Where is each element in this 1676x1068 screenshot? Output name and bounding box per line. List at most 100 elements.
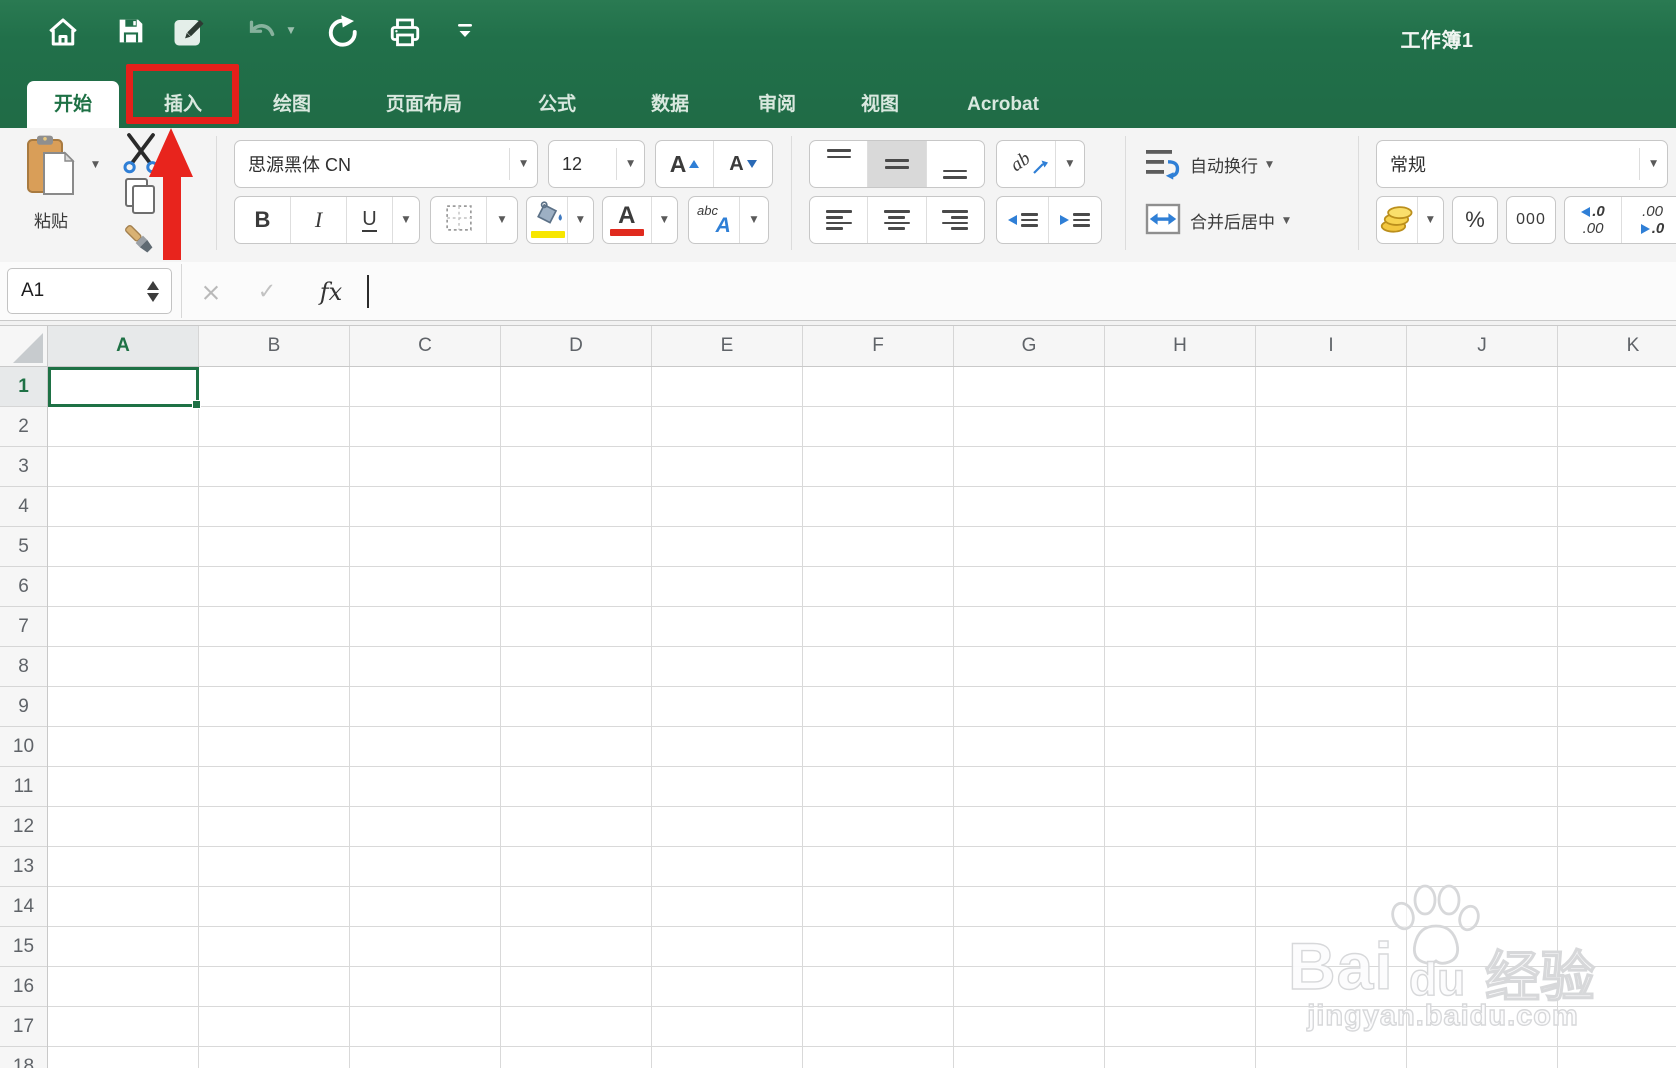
- paste-button[interactable]: 粘贴: [24, 134, 78, 232]
- column-header[interactable]: D: [501, 326, 652, 366]
- insert-function-button[interactable]: fx: [320, 278, 342, 306]
- undo-button[interactable]: [244, 14, 280, 50]
- save-icon: [114, 14, 148, 48]
- underline-button[interactable]: U: [347, 197, 393, 243]
- column-header[interactable]: A: [48, 326, 199, 366]
- row-header[interactable]: 4: [0, 487, 47, 527]
- ribbon-tab[interactable]: 绘图: [273, 81, 311, 128]
- ribbon-tab[interactable]: 页面布局: [386, 81, 462, 128]
- row-header[interactable]: 11: [0, 767, 47, 807]
- ribbon-tab[interactable]: 开始: [26, 81, 120, 128]
- ribbon-tab[interactable]: 视图: [861, 81, 899, 128]
- stepper-up-icon[interactable]: [147, 280, 159, 290]
- row-header[interactable]: 3: [0, 447, 47, 487]
- cancel-entry-button[interactable]: ×: [201, 278, 222, 307]
- decrease-indent-button[interactable]: [997, 197, 1050, 243]
- ribbon-home: 粘贴 ▼ ▼ 思源黑体 CN ▼ 12 ▼ A: [0, 128, 1676, 263]
- grow-font-button[interactable]: A: [656, 141, 715, 187]
- column-header[interactable]: J: [1407, 326, 1558, 366]
- column-header[interactable]: C: [350, 326, 501, 366]
- wrap-text-button[interactable]: 自动换行 ▼: [1144, 146, 1273, 183]
- column-header[interactable]: B: [199, 326, 350, 366]
- ribbon-tab[interactable]: 审阅: [758, 81, 796, 128]
- column-header[interactable]: F: [803, 326, 954, 366]
- row-header[interactable]: 2: [0, 407, 47, 447]
- row-header[interactable]: 12: [0, 807, 47, 847]
- row-header[interactable]: 15: [0, 927, 47, 967]
- row-header[interactable]: 10: [0, 727, 47, 767]
- align-top-icon: [826, 149, 851, 179]
- row-header[interactable]: 9: [0, 687, 47, 727]
- ribbon-tab[interactable]: 公式: [538, 81, 576, 128]
- fill-handle[interactable]: [192, 400, 201, 409]
- align-middle-button[interactable]: [868, 141, 927, 187]
- redo-button[interactable]: [324, 14, 360, 50]
- orientation-button[interactable]: ab: [997, 141, 1056, 187]
- row-header[interactable]: 8: [0, 647, 47, 687]
- decrease-decimal-button[interactable]: .0 .00: [1565, 197, 1623, 243]
- confirm-entry-button[interactable]: ✓: [258, 280, 276, 305]
- home-button[interactable]: [45, 14, 81, 50]
- title-bar: ▼ 工作簿1 开始 插入 绘图 页面布局 公式 数据 审阅 视图 Acrobat: [0, 0, 1676, 128]
- accounting-control: ▼: [1376, 196, 1444, 244]
- font-color-button[interactable]: A: [603, 197, 652, 243]
- column-header[interactable]: H: [1105, 326, 1256, 366]
- row-header[interactable]: 18: [0, 1047, 47, 1068]
- row-header[interactable]: 13: [0, 847, 47, 887]
- accounting-format-button[interactable]: [1377, 197, 1418, 243]
- stepper-down-icon[interactable]: [147, 292, 159, 302]
- row-header[interactable]: 1: [0, 367, 47, 407]
- phonetic-a-text: A: [715, 214, 731, 238]
- column-header[interactable]: K: [1558, 326, 1676, 366]
- shrink-font-button[interactable]: A: [714, 141, 772, 187]
- borders-button[interactable]: [431, 197, 487, 243]
- italic-button[interactable]: I: [291, 197, 347, 243]
- align-top-button[interactable]: [810, 141, 869, 187]
- phonetic-guide-button[interactable]: abc A: [689, 197, 740, 243]
- column-header[interactable]: I: [1256, 326, 1407, 366]
- underline-dropdown[interactable]: ▼: [393, 197, 419, 243]
- row-header[interactable]: 14: [0, 887, 47, 927]
- selected-cell-A1[interactable]: [48, 367, 201, 409]
- fill-color-dropdown[interactable]: ▼: [568, 197, 593, 243]
- increase-decimal-button[interactable]: .00 .0: [1622, 197, 1676, 243]
- number-format-combo[interactable]: 常规 ▼: [1376, 140, 1668, 188]
- comma-style-button[interactable]: 000: [1506, 196, 1556, 244]
- align-center-button[interactable]: [868, 197, 927, 243]
- row-header[interactable]: 5: [0, 527, 47, 567]
- merge-center-button[interactable]: 合并后居中 ▼: [1144, 202, 1290, 239]
- row-header[interactable]: 6: [0, 567, 47, 607]
- font-size-combo[interactable]: 12 ▼: [548, 140, 645, 188]
- paste-dropdown-caret[interactable]: ▼: [92, 160, 99, 170]
- customize-toolbar-button[interactable]: [455, 22, 475, 40]
- percent-style-button[interactable]: %: [1452, 196, 1498, 244]
- row-header[interactable]: 16: [0, 967, 47, 1007]
- row-header[interactable]: 7: [0, 607, 47, 647]
- select-all-corner[interactable]: [0, 326, 48, 367]
- save-button[interactable]: [114, 14, 148, 48]
- bold-button[interactable]: B: [235, 197, 291, 243]
- name-box[interactable]: A1: [7, 268, 172, 314]
- align-bottom-button[interactable]: [927, 141, 984, 187]
- edit-document-button[interactable]: [170, 14, 206, 50]
- name-box-stepper[interactable]: [147, 280, 171, 302]
- grid-cells[interactable]: [48, 367, 1676, 1068]
- increase-indent-button[interactable]: [1049, 197, 1101, 243]
- font-color-dropdown[interactable]: ▼: [652, 197, 677, 243]
- align-left-button[interactable]: [810, 197, 869, 243]
- accounting-dropdown[interactable]: ▼: [1418, 197, 1443, 243]
- align-right-button[interactable]: [927, 197, 984, 243]
- column-header[interactable]: E: [652, 326, 803, 366]
- ribbon-tab[interactable]: 数据: [651, 81, 689, 128]
- fill-color-button[interactable]: [527, 197, 568, 243]
- borders-dropdown[interactable]: ▼: [487, 197, 517, 243]
- orientation-dropdown[interactable]: ▼: [1056, 141, 1084, 187]
- group-separator: [216, 136, 217, 250]
- print-button[interactable]: [387, 14, 423, 50]
- row-header[interactable]: 17: [0, 1007, 47, 1047]
- font-name-combo[interactable]: 思源黑体 CN ▼: [234, 140, 538, 188]
- column-header[interactable]: G: [954, 326, 1105, 366]
- ribbon-tab[interactable]: Acrobat: [967, 81, 1039, 128]
- phonetic-dropdown[interactable]: ▼: [740, 197, 768, 243]
- undo-dropdown-caret[interactable]: ▼: [288, 26, 295, 36]
